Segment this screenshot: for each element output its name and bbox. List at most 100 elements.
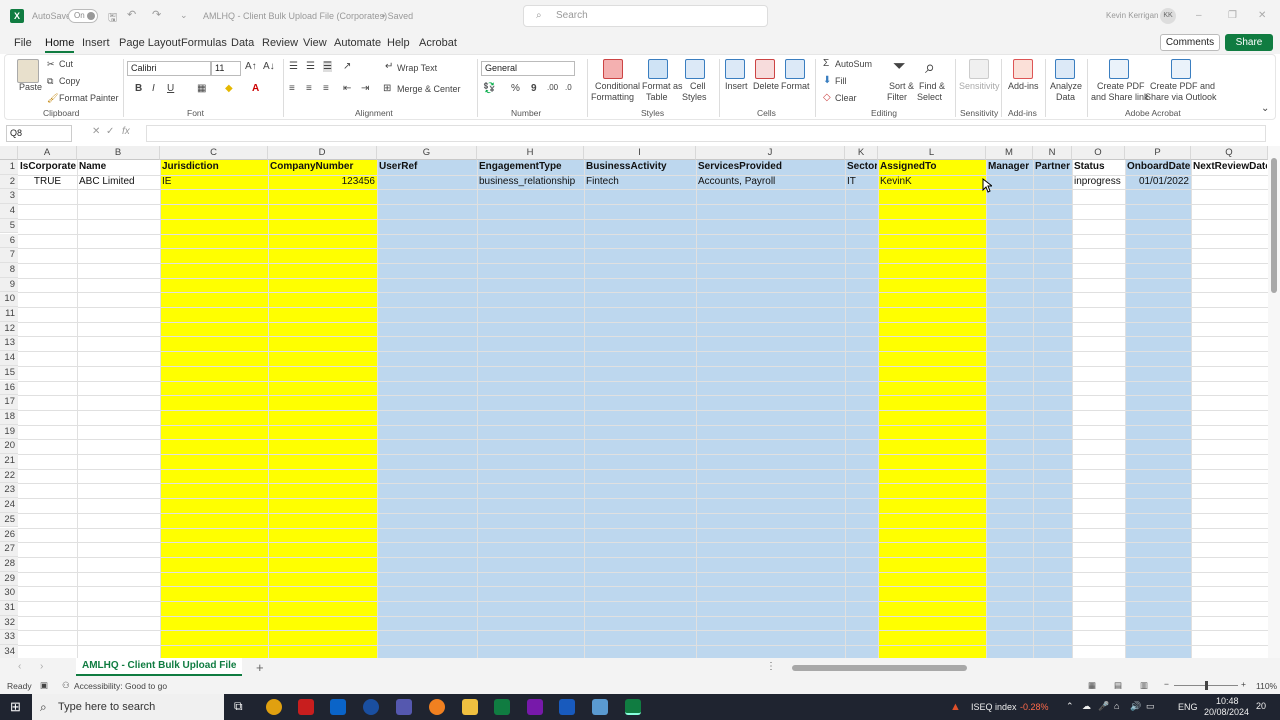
cut-icon[interactable]: ✂ [47, 59, 55, 70]
data-cell[interactable]: inprogress [1074, 175, 1124, 189]
acrobat-icon[interactable] [298, 699, 314, 715]
row-header[interactable]: 31 [0, 601, 18, 616]
create-pdf-outlook-label-2[interactable]: Share via Outlook [1145, 92, 1217, 102]
comma-icon[interactable]: 9 [531, 83, 537, 94]
user-name[interactable]: Kevin Kerrigan [1106, 11, 1158, 20]
number-format-select[interactable]: General [481, 61, 575, 76]
row-header[interactable]: 18 [0, 409, 18, 425]
paste-icon[interactable] [17, 59, 39, 83]
cut-button[interactable]: Cut [59, 59, 73, 69]
formula-input[interactable] [146, 125, 1266, 142]
header-cell[interactable]: Sector [847, 160, 877, 174]
microphone-icon[interactable]: 🎤 [1098, 701, 1109, 712]
row-header[interactable]: 13 [0, 336, 18, 352]
delete-cells-button[interactable]: Delete [753, 81, 779, 91]
column-header[interactable]: C [160, 146, 268, 160]
row-header[interactable]: 15 [0, 365, 18, 381]
decrease-decimal-icon[interactable]: .0 [565, 83, 572, 92]
underline-icon[interactable]: U [167, 83, 174, 94]
row-header[interactable]: 3 [0, 189, 18, 205]
decrease-indent-icon[interactable]: ⇤ [343, 83, 351, 94]
fill-icon[interactable]: ⬇ [823, 75, 831, 86]
data-cell[interactable]: KevinK [880, 175, 985, 189]
macro-icon[interactable]: ▣ [40, 680, 48, 691]
column-header[interactable]: A [18, 146, 77, 160]
snipping-tool-icon[interactable] [592, 699, 608, 715]
notification-badge[interactable]: 20 [1256, 701, 1266, 711]
chrome-icon[interactable] [266, 699, 282, 715]
row-header[interactable]: 22 [0, 468, 18, 484]
data-cell[interactable]: 123456 [270, 175, 375, 189]
clock-date[interactable]: 20/08/2024 [1204, 707, 1249, 717]
column-header[interactable]: D [268, 146, 377, 160]
enter-icon[interactable]: ✓ [106, 126, 114, 137]
vertical-scroll-thumb[interactable] [1271, 158, 1277, 293]
save-icon[interactable]: 🖫 [108, 9, 117, 28]
orientation-icon[interactable]: ↗ [343, 61, 351, 72]
create-pdf-outlook-icon[interactable] [1171, 59, 1191, 79]
conditional-formatting-label-2[interactable]: Formatting [591, 92, 634, 102]
header-cell[interactable]: Status [1074, 160, 1124, 174]
row-header[interactable]: 9 [0, 277, 18, 293]
tray-chevron-icon[interactable]: ⌃ [1066, 701, 1074, 712]
conditional-formatting-icon[interactable] [603, 59, 623, 79]
font-color-icon[interactable]: A [252, 83, 259, 94]
volume-icon[interactable]: 🔊 [1130, 701, 1141, 712]
row-header[interactable]: 33 [0, 630, 18, 646]
windows-start-icon[interactable]: ⊞ [10, 699, 21, 715]
header-cell[interactable]: OnboardDate [1127, 160, 1190, 174]
cell-styles-icon[interactable] [685, 59, 705, 79]
row-header[interactable]: 24 [0, 498, 18, 513]
add-ins-icon[interactable] [1013, 59, 1033, 79]
analyze-data-label-2[interactable]: Data [1056, 92, 1075, 102]
sort-filter-icon[interactable]: ⏷ [893, 58, 906, 76]
horizontal-scroll-thumb[interactable] [792, 665, 967, 671]
sort-filter-label-1[interactable]: Sort & [889, 81, 914, 91]
column-header[interactable]: Q [1191, 146, 1268, 160]
input-language[interactable]: ENG [1178, 702, 1198, 712]
row-header[interactable]: 14 [0, 351, 18, 366]
font-family-select[interactable]: Calibri [127, 61, 211, 76]
paste-button[interactable]: Paste [19, 82, 42, 92]
zoom-in-icon[interactable]: + [1241, 679, 1246, 689]
column-header[interactable]: P [1125, 146, 1191, 160]
row-header[interactable]: 7 [0, 248, 18, 263]
header-cell[interactable]: BusinessActivity [586, 160, 695, 174]
format-painter-icon[interactable]: 🖌 [47, 93, 58, 104]
header-cell[interactable]: Name [79, 160, 159, 174]
excel-taskbar-icon[interactable] [625, 699, 641, 715]
autosum-icon[interactable]: Σ [823, 58, 829, 69]
horizontal-scrollbar[interactable] [786, 662, 1266, 673]
accessibility-icon[interactable]: ⚇ [62, 680, 70, 691]
cancel-icon[interactable]: ✕ [92, 126, 100, 137]
create-pdf-label-1[interactable]: Create PDF [1097, 81, 1145, 91]
borders-icon[interactable]: ▦ [197, 83, 206, 94]
column-header[interactable]: J [696, 146, 845, 160]
autosave-toggle[interactable]: On [68, 9, 98, 23]
header-cell[interactable]: AssignedTo [880, 160, 985, 174]
delete-cells-icon[interactable] [755, 59, 775, 79]
italic-icon[interactable]: I [152, 83, 155, 94]
decrease-font-icon[interactable]: A↓ [263, 61, 275, 72]
file-explorer-icon[interactable] [462, 699, 478, 715]
autosum-button[interactable]: AutoSum [835, 59, 872, 69]
column-header[interactable]: G [377, 146, 477, 160]
firefox-icon[interactable] [429, 699, 445, 715]
header-cell[interactable]: ServicesProvided [698, 160, 844, 174]
data-cell[interactable]: Fintech [586, 175, 695, 189]
row-header[interactable]: 12 [0, 321, 18, 337]
ticker-name[interactable]: ISEQ index [971, 702, 1017, 712]
worksheet-grid[interactable]: A B C D G H I J K L M N O P Q 1234567891… [0, 146, 1268, 658]
add-sheet-icon[interactable]: + [256, 660, 264, 675]
cell-styles-label-1[interactable]: Cell [690, 81, 706, 91]
find-select-label-1[interactable]: Find & [919, 81, 945, 91]
row-header[interactable]: 17 [0, 395, 18, 410]
merge-center-button[interactable]: Merge & Center [397, 84, 461, 94]
column-header[interactable]: M [986, 146, 1033, 160]
sheet-options-icon[interactable]: ⋮ [766, 661, 776, 672]
find-select-icon[interactable]: ⌕ [925, 57, 935, 78]
vpn-icon[interactable] [363, 699, 379, 715]
increase-decimal-icon[interactable]: .00 [547, 83, 558, 92]
tab-page-layout[interactable]: Page Layout [119, 37, 181, 49]
data-cell[interactable]: ABC Limited [79, 175, 159, 189]
